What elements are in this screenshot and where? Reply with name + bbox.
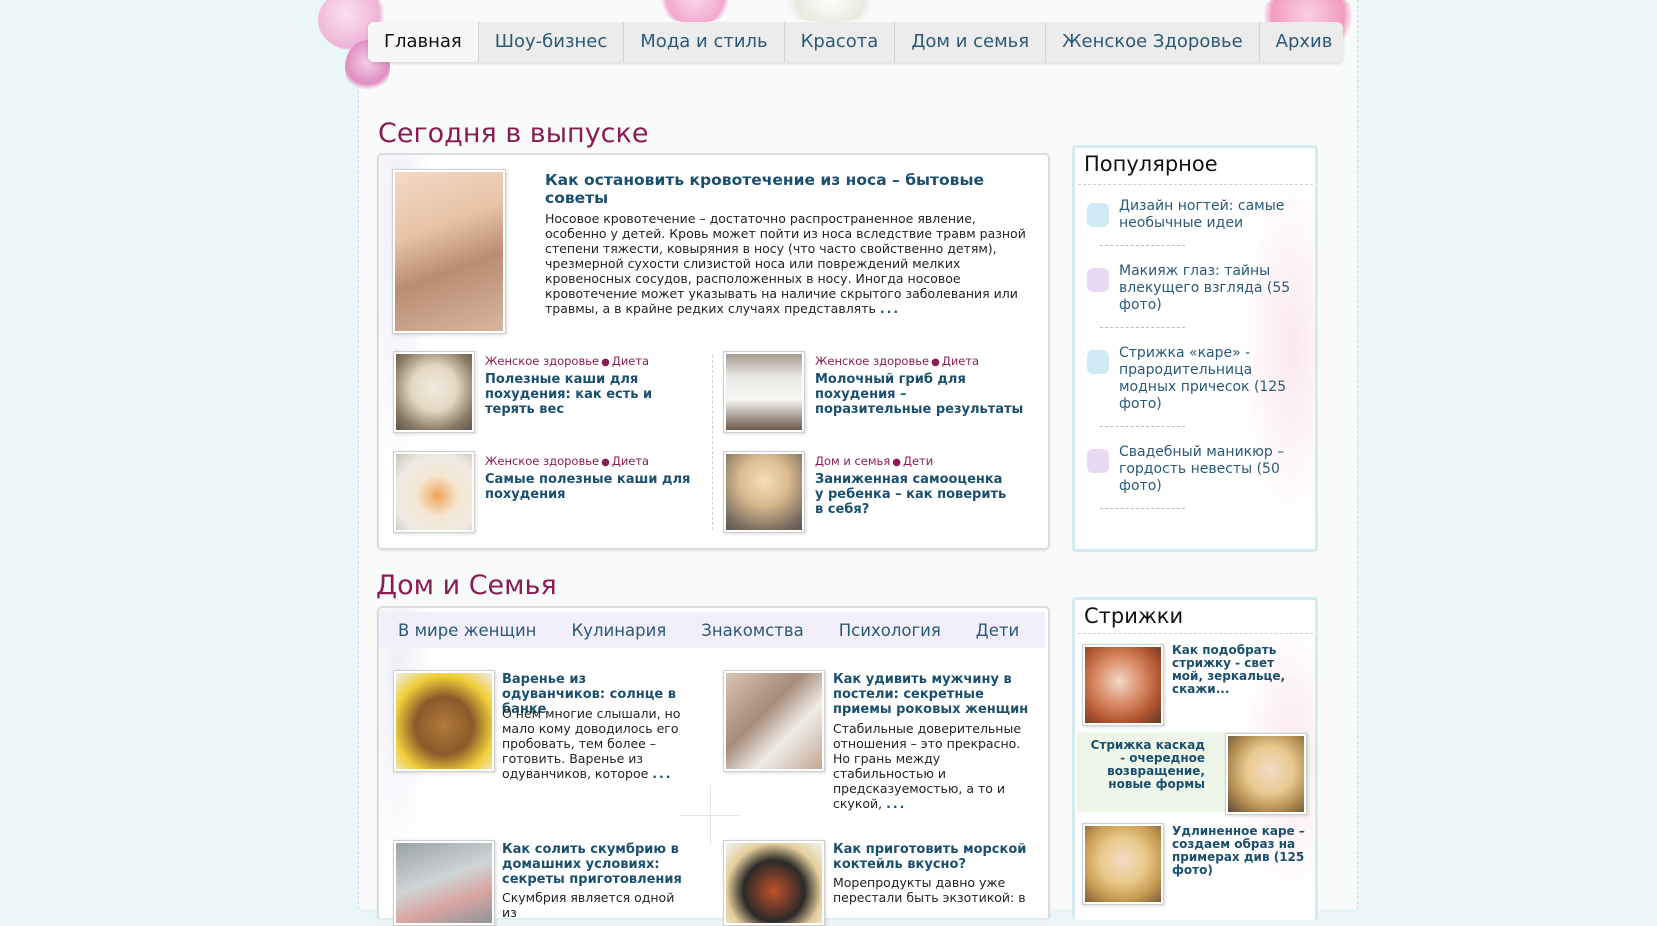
article-title[interactable]: Молочный гриб для похудения – поразитель… (815, 372, 1025, 417)
category-link[interactable]: Дом и семья (815, 454, 890, 468)
section-title-today: Сегодня в выпуске (378, 118, 649, 149)
haircut-thumbnail[interactable] (1082, 644, 1164, 726)
article-category: Дом и семья ● Дети (815, 454, 934, 468)
separator (1100, 327, 1185, 328)
article-more-link[interactable]: ... (652, 766, 672, 781)
category-link[interactable]: Диета (612, 354, 649, 368)
separator (1100, 508, 1185, 509)
nav-item-home[interactable]: Главная (368, 22, 479, 62)
article-title[interactable]: Самые полезные каши для похудения (485, 472, 695, 502)
article-category: Женское здоровье ● Диета (815, 354, 980, 368)
main-nav: Главная Шоу-бизнес Мода и стиль Красота … (368, 22, 1343, 62)
nav-item-womens-health[interactable]: Женское Здоровье (1046, 22, 1260, 62)
category-link[interactable]: Женское здоровье (485, 354, 599, 368)
category-link[interactable]: Дети (903, 454, 933, 468)
separator (1100, 245, 1185, 246)
section-title-home-family: Дом и Семья (376, 570, 557, 601)
article-title[interactable]: Как солить скумбрию в домашних условиях:… (502, 842, 687, 887)
manicure-icon (1087, 449, 1109, 473)
article-title[interactable]: Как удивить мужчину в постели: секретные… (833, 672, 1033, 717)
nav-item-fashion[interactable]: Мода и стиль (624, 22, 785, 62)
column-divider (712, 355, 713, 530)
article-text: О нем многие слышали, но мало кому довод… (502, 706, 681, 781)
article-thumbnail[interactable] (393, 670, 495, 772)
tab-cooking[interactable]: Кулинария (571, 621, 666, 640)
nav-item-beauty[interactable]: Красота (785, 22, 896, 62)
category-link[interactable]: Женское здоровье (815, 354, 929, 368)
popular-item[interactable]: Дизайн ногтей: самые необычные идеи (1119, 198, 1294, 232)
category-link[interactable]: Диета (942, 354, 979, 368)
haircuts-title: Стрижки (1084, 604, 1184, 628)
separator (1100, 426, 1185, 427)
popular-item[interactable]: Макияж глаз: тайны влекущего взгляда (55… (1119, 263, 1294, 314)
article-thumbnail[interactable] (723, 351, 805, 433)
article-text: Скумбрия является одной из (502, 890, 675, 920)
article-thumbnail[interactable] (723, 670, 825, 772)
haircut-item[interactable]: Как подобрать стрижку - свет мой, зеркал… (1172, 644, 1307, 696)
popular-title-rule (1078, 184, 1313, 185)
haircut-thumbnail[interactable] (1082, 823, 1164, 905)
home-family-tabs: В мире женщин Кулинария Знакомства Психо… (380, 612, 1045, 648)
article-thumbnail[interactable] (723, 451, 805, 533)
nav-item-home-family[interactable]: Дом и семья (895, 22, 1047, 62)
divider-cross-v (710, 785, 711, 845)
tab-women-world[interactable]: В мире женщин (398, 621, 536, 640)
article-category: Женское здоровье ● Диета (485, 454, 650, 468)
article-thumbnail[interactable] (393, 351, 475, 433)
lead-article-thumbnail[interactable] (392, 169, 506, 334)
lead-article-text: Носовое кровотечение – достаточно распро… (545, 211, 1026, 316)
popular-item[interactable]: Стрижка «каре» - прародительница модных … (1119, 345, 1294, 413)
article-more-link[interactable]: ... (886, 796, 906, 811)
article-thumbnail[interactable] (723, 840, 825, 926)
popular-item[interactable]: Свадебный маникюр – гордость невесты (50… (1119, 444, 1294, 495)
category-link[interactable]: Диета (612, 454, 649, 468)
article-category: Женское здоровье ● Диета (485, 354, 650, 368)
article-title[interactable]: Заниженная самооценка у ребенка – как по… (815, 472, 1010, 517)
nav-item-archive[interactable]: Архив (1260, 22, 1349, 62)
nav-item-showbiz[interactable]: Шоу-бизнес (479, 22, 625, 62)
tab-dating[interactable]: Знакомства (701, 621, 804, 640)
popular-title: Популярное (1084, 152, 1218, 176)
article-thumbnail[interactable] (393, 840, 495, 926)
category-link[interactable]: Женское здоровье (485, 454, 599, 468)
lead-article-more-link[interactable]: ... (880, 301, 900, 316)
nail-design-icon (1087, 203, 1109, 227)
haircut-item[interactable]: Стрижка каскад - очередное возвращение, … (1085, 739, 1205, 791)
article-title[interactable]: Как приготовить морской коктейль вкусно? (833, 842, 1033, 872)
article-thumbnail[interactable] (393, 451, 475, 533)
article-text: Морепродукты давно уже перестали быть эк… (833, 875, 1026, 905)
haircut-item[interactable]: Удлиненное каре – создаем образ на приме… (1172, 825, 1307, 877)
tab-psychology[interactable]: Психология (839, 621, 941, 640)
haircut-thumbnail[interactable] (1225, 733, 1307, 815)
haircut-icon (1087, 350, 1109, 374)
article-title[interactable]: Полезные каши для похудения: как есть и … (485, 372, 695, 417)
haircuts-title-rule (1078, 633, 1313, 634)
eye-makeup-icon (1087, 268, 1109, 292)
tab-kids[interactable]: Дети (976, 621, 1019, 640)
lead-article-title[interactable]: Как остановить кровотечение из носа – бы… (545, 171, 985, 207)
article-text: Стабильные доверительные отношения – это… (833, 721, 1022, 811)
